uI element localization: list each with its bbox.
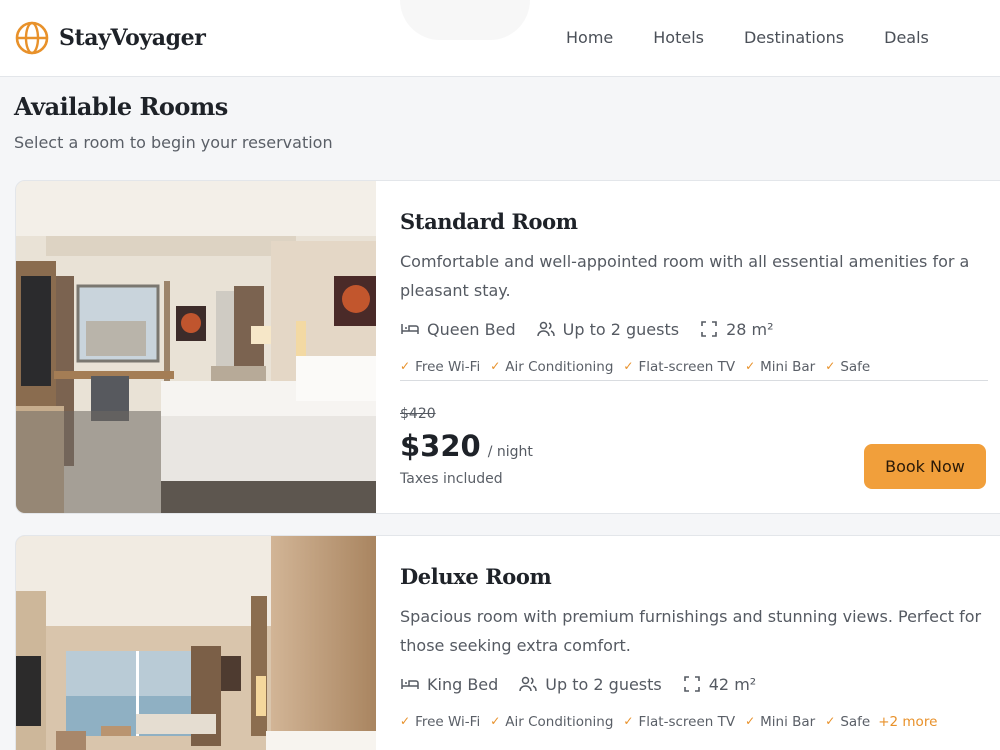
more-amenities-link[interactable]: +2 more (878, 714, 937, 736)
original-price: $420 (400, 406, 436, 422)
current-price: $320 (400, 429, 481, 463)
amenity-item: ✓ Air Conditioning (490, 714, 613, 736)
guests-icon (519, 676, 538, 692)
amenity-item: ✓ Safe (825, 714, 870, 736)
check-icon: ✓ (745, 714, 756, 728)
amenities-list: ✓ Free Wi-Fi ✓ Air Conditioning ✓ Flat-scre… (400, 714, 988, 736)
page-title: Available Rooms (14, 92, 228, 121)
amenity-item: ✓ Flat-screen TV (623, 714, 735, 736)
spec-bed: Queen Bed (400, 319, 516, 339)
taxes-note: Taxes included (400, 471, 503, 487)
spec-guests: Up to 2 guests (518, 674, 662, 694)
spec-bed-text: Queen Bed (427, 319, 516, 339)
room-name: Standard Room (400, 209, 578, 234)
amenity-item: ✓ Mini Bar (745, 359, 815, 380)
check-icon: ✓ (490, 359, 501, 373)
bed-icon (401, 324, 419, 334)
amenities-list: ✓ Free Wi-Fi ✓ Air Conditioning ✓ Flat-scre… (400, 359, 988, 381)
nav-deals[interactable]: Deals (884, 28, 929, 47)
check-icon: ✓ (490, 714, 501, 728)
amenity-label: Safe (840, 714, 871, 730)
check-icon: ✓ (825, 714, 836, 728)
spec-area: 28 m² (699, 319, 774, 339)
amenity-item: ✓ Free Wi-Fi (400, 359, 480, 380)
check-icon: ✓ (825, 359, 836, 373)
room-photo (16, 536, 376, 750)
brand-name: StayVoyager (59, 25, 206, 51)
price-row: $320 / night (400, 429, 533, 463)
check-icon: ✓ (745, 359, 756, 373)
amenity-label: Air Conditioning (505, 359, 614, 375)
spec-guests-text: Up to 2 guests (562, 319, 680, 339)
amenity-item: ✓ Free Wi-Fi (400, 714, 480, 736)
room-name: Deluxe Room (400, 564, 552, 589)
amenity-item: ✓ Safe (825, 359, 870, 380)
brand-logo[interactable]: StayVoyager (14, 20, 206, 56)
spec-bed-text: King Bed (427, 674, 499, 694)
check-icon: ✓ (623, 359, 634, 373)
amenity-label: Safe (840, 359, 871, 375)
amenity-label: Mini Bar (760, 714, 816, 730)
nav-home[interactable]: Home (566, 28, 613, 47)
amenity-item: ✓ Flat-screen TV (623, 359, 735, 380)
amenity-label: Free Wi-Fi (415, 714, 481, 730)
main-nav: Home Hotels Destinations Deals (566, 28, 929, 47)
spec-area: 42 m² (682, 674, 756, 694)
check-icon: ✓ (400, 359, 411, 373)
amenity-label: Air Conditioning (505, 714, 614, 730)
bed-icon (401, 679, 419, 689)
guests-icon (536, 321, 555, 337)
book-now-button[interactable]: Book Now (864, 444, 986, 489)
room-description: Spacious room with premium furnishings a… (400, 607, 982, 655)
room-card-deluxe: Deluxe Room Spacious room with premium f… (15, 535, 1000, 750)
amenity-label: Flat-screen TV (638, 359, 736, 375)
area-icon (683, 676, 700, 692)
room-photo (16, 181, 376, 513)
room-description: Comfortable and well-appointed room with… (400, 252, 970, 300)
amenity-item: ✓ Air Conditioning (490, 359, 613, 380)
room-specs: King Bed Up to 2 guests 42 m² (400, 674, 756, 694)
price-unit: / night (487, 444, 533, 460)
globe-logo-icon (15, 21, 49, 55)
amenity-item: ✓ Mini Bar (745, 714, 815, 736)
nav-destinations[interactable]: Destinations (744, 28, 844, 47)
spec-area-text: 28 m² (726, 319, 774, 339)
spec-guests: Up to 2 guests (536, 319, 679, 339)
nav-hotels[interactable]: Hotels (653, 28, 704, 47)
decorative-shadow (400, 0, 530, 40)
spec-guests-text: Up to 2 guests (545, 674, 662, 694)
check-icon: ✓ (623, 714, 634, 728)
amenity-label: Free Wi-Fi (415, 359, 481, 375)
spec-area-text: 42 m² (708, 674, 757, 694)
top-navigation-bar: StayVoyager Home Hotels Destinations Dea… (0, 0, 1000, 77)
room-card-standard: Standard Room Comfortable and well-appoi… (15, 180, 1000, 514)
check-icon: ✓ (400, 714, 411, 728)
area-icon (701, 321, 717, 337)
room-specs: Queen Bed Up to 2 guests 28 m² (400, 319, 774, 339)
amenity-label: Mini Bar (760, 359, 816, 375)
page-subtitle: Select a room to begin your reservation (14, 133, 333, 152)
amenity-label: Flat-screen TV (638, 714, 736, 730)
spec-bed: King Bed (400, 674, 498, 694)
